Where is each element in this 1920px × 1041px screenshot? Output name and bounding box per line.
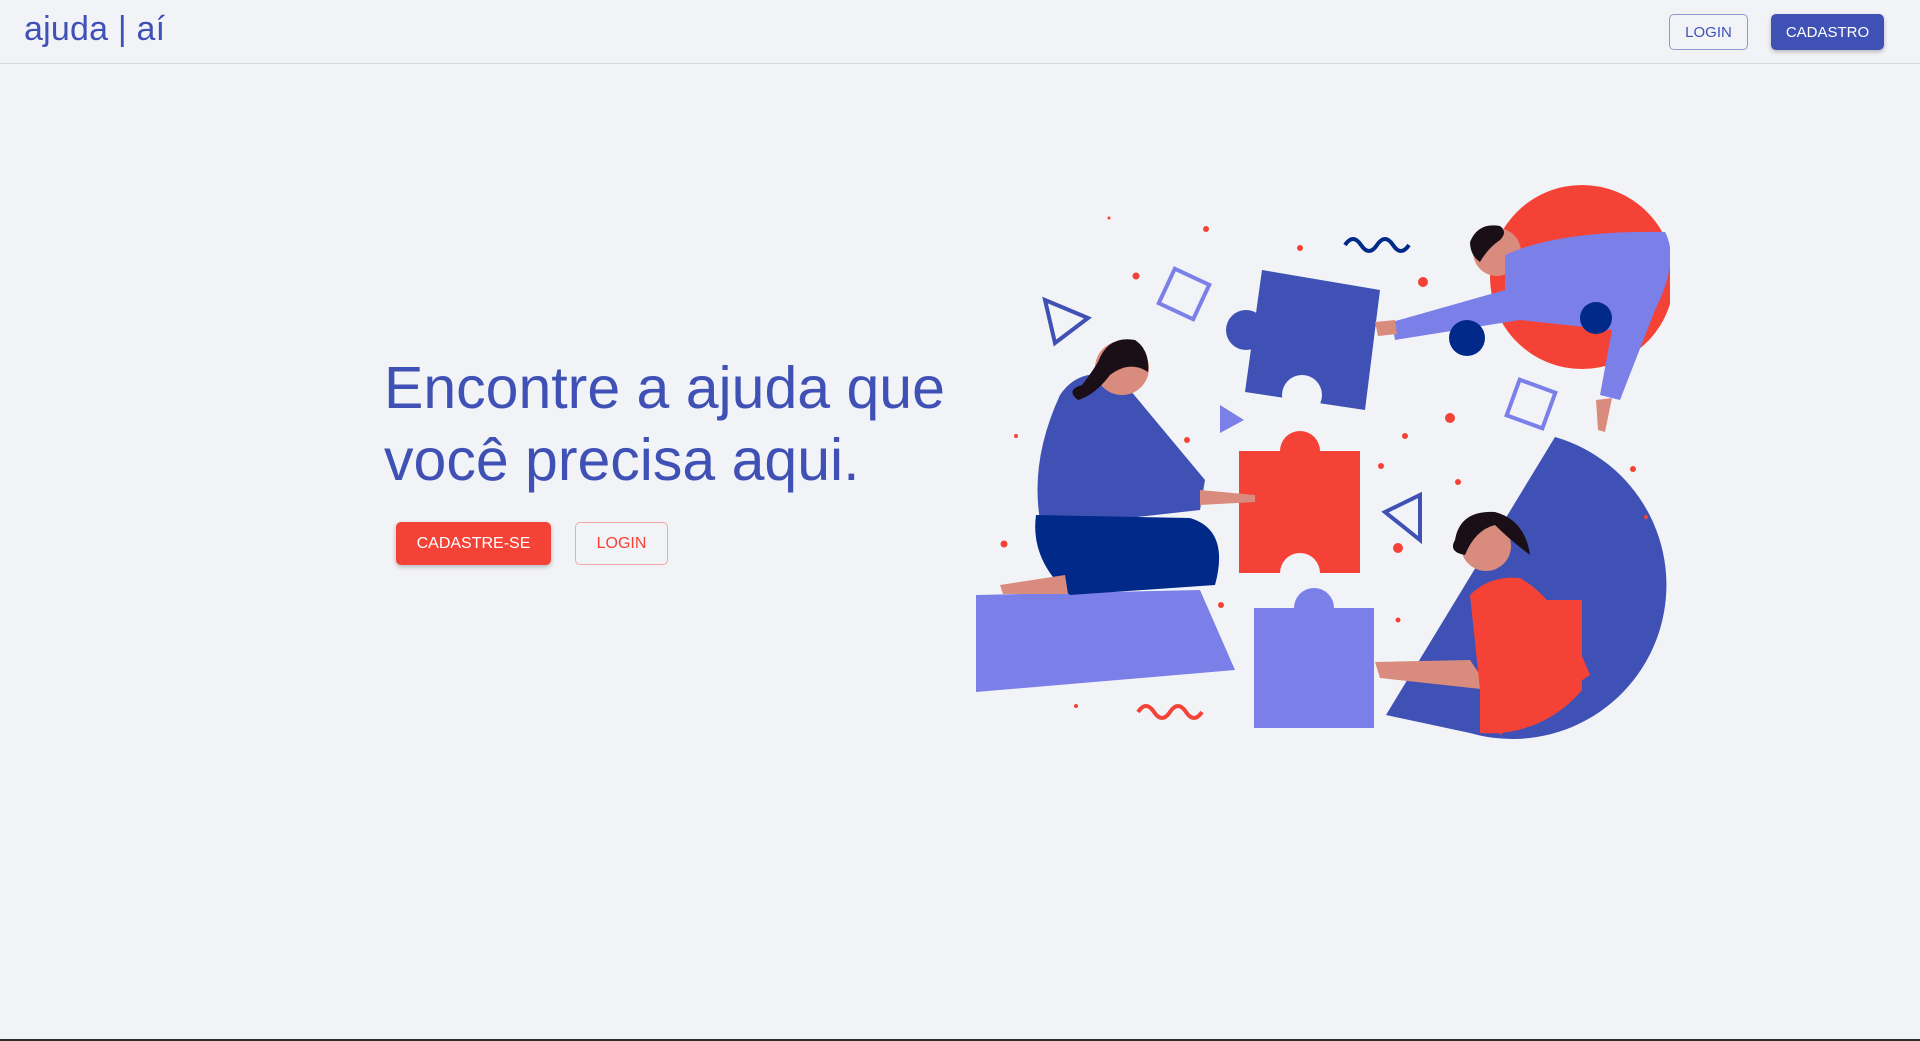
- square-outline-1: [1156, 266, 1212, 322]
- seat-block-shape: [976, 590, 1235, 692]
- hero-title: Encontre a ajuda que você precisa aqui.: [384, 352, 984, 496]
- sitting-woman-figure: [1000, 339, 1255, 595]
- puzzle-piece-top: [1226, 270, 1380, 415]
- puzzle-piece-bottom: [1254, 588, 1374, 728]
- top-navbar: ajuda | aí LOGIN CADASTRO: [0, 0, 1920, 64]
- squiggle-red: [1136, 704, 1204, 720]
- header-signup-button[interactable]: CADASTRO: [1771, 14, 1884, 50]
- hero-signup-button[interactable]: CADASTRE-SE: [396, 522, 551, 565]
- puzzle-piece-middle: [1239, 431, 1360, 593]
- brand-logo[interactable]: ajuda | aí: [24, 10, 165, 49]
- square-outline-2: [1504, 377, 1558, 431]
- squiggle-blue: [1343, 237, 1411, 253]
- triangle-outline-2: [1381, 491, 1422, 545]
- hero-login-button[interactable]: LOGIN: [575, 522, 668, 565]
- hero-title-line-2: você precisa aqui.: [384, 427, 860, 493]
- triangle-outline-1: [1042, 296, 1092, 347]
- puzzle-teamwork-illustration: [976, 185, 1670, 739]
- triangle-solid-1: [1220, 405, 1244, 433]
- hero-title-line-1: Encontre a ajuda que: [384, 355, 945, 421]
- header-login-button[interactable]: LOGIN: [1669, 14, 1748, 50]
